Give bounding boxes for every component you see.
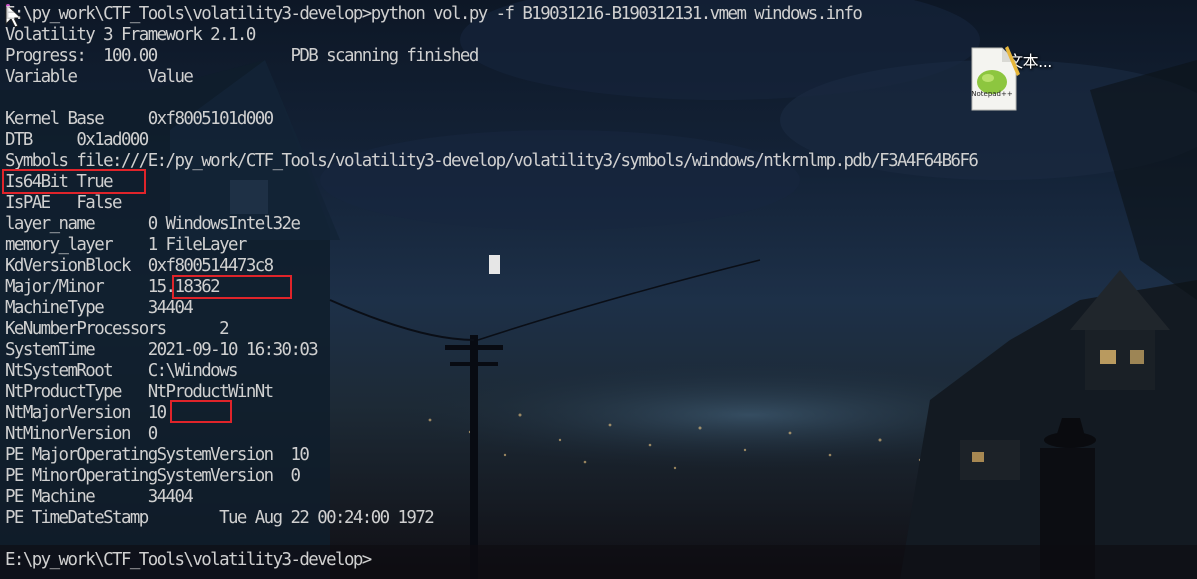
terminal-line: Volatility 3 Framework 2.1.0 xyxy=(5,25,256,45)
terminal-line: PE MajorOperatingSystemVersion 10 xyxy=(5,445,310,465)
terminal-line: NtSystemRoot C:\Windows xyxy=(5,361,238,381)
terminal-line: PE Machine 34404 xyxy=(5,487,194,507)
terminal-line: KdVersionBlock 0xf800514473c8 xyxy=(5,256,274,276)
terminal-line: PE TimeDateStamp Tue Aug 22 00:24:00 197… xyxy=(5,508,435,528)
terminal-window[interactable]: E:\py_work\CTF_Tools\volatility3-develop… xyxy=(0,0,1197,579)
terminal-line: layer_name 0 WindowsIntel32e xyxy=(5,214,301,234)
highlight-ntmajorversion xyxy=(170,400,232,423)
terminal-line: Symbols file:///E:/py_work/CTF_Tools/vol… xyxy=(5,151,979,171)
highlight-major-minor xyxy=(172,275,292,299)
terminal-line: KeNumberProcessors 2 xyxy=(5,319,230,339)
terminal-line: E:\py_work\CTF_Tools\volatility3-develop… xyxy=(5,4,863,24)
text-cursor xyxy=(489,255,500,274)
terminal-line: Is64Bit True xyxy=(5,172,114,192)
terminal-line: IsPAE False xyxy=(5,193,123,213)
terminal-line: Progress: 100.00 PDB scanning finished xyxy=(5,46,479,66)
terminal-line: PE MinorOperatingSystemVersion 0 xyxy=(5,466,301,486)
terminal-line: DTB 0x1ad000 xyxy=(5,130,149,150)
terminal-line: E:\py_work\CTF_Tools\volatility3-develop… xyxy=(5,550,372,570)
terminal-line: SystemTime 2021-09-10 16:30:03 xyxy=(5,340,319,360)
terminal-line: Kernel Base 0xf8005101d000 xyxy=(5,109,274,129)
terminal-line: Variable Value xyxy=(5,67,194,87)
highlight-is64bit xyxy=(2,169,146,194)
terminal-line: NtMinorVersion 0 xyxy=(5,424,158,444)
terminal-line: memory_layer 1 FileLayer xyxy=(5,235,247,255)
terminal-line: MachineType 34404 xyxy=(5,298,194,318)
